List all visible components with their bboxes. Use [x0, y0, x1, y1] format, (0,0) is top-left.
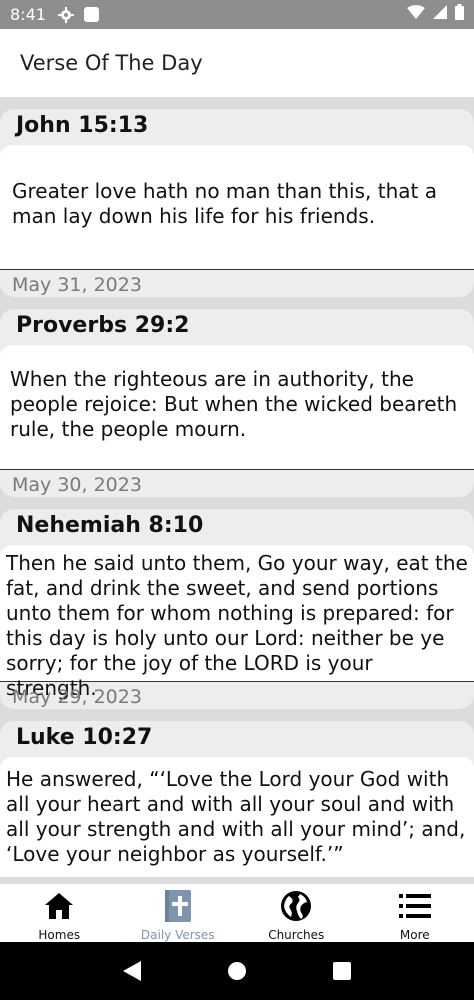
home-icon: [43, 890, 75, 922]
home-button-icon[interactable]: [217, 951, 257, 991]
nav-item-homes[interactable]: Homes: [0, 884, 119, 942]
verse-reference: Proverbs 29:2: [16, 313, 190, 338]
nav-label: Churches: [268, 928, 325, 942]
nav-item-churches[interactable]: Churches: [237, 884, 356, 942]
nav-label: Daily Verses: [140, 928, 215, 942]
app-bar: Verse Of The Day: [0, 29, 474, 97]
wifi-icon: [407, 5, 425, 24]
verse-date: May 29, 2023: [0, 681, 474, 709]
verse-feed[interactable]: John 15:13 Greater love hath no man than…: [0, 97, 474, 883]
menu-icon: [398, 890, 431, 922]
verse-reference: Nehemiah 8:10: [16, 513, 204, 538]
recents-icon[interactable]: [322, 951, 362, 991]
bible-icon: [162, 890, 194, 922]
verse-text: He answered, “‘Love the Lord your God wi…: [0, 757, 474, 877]
nav-item-daily-verses[interactable]: Daily Verses: [119, 884, 238, 942]
verse-card[interactable]: Proverbs 29:2 When the righteous are in …: [0, 309, 474, 497]
verse-date: May 30, 2023: [0, 469, 474, 497]
bottom-nav: Homes Daily Verses Churches More: [0, 883, 474, 942]
verse-text: Then he said unto them, Go your way, eat…: [0, 545, 474, 700]
verse-text: When the righteous are in authority, the…: [0, 345, 474, 469]
nav-item-more[interactable]: More: [356, 884, 474, 942]
verse-reference: John 15:13: [16, 113, 149, 138]
battery-icon: [455, 4, 464, 25]
page-title: Verse Of The Day: [20, 51, 203, 75]
verse-text: Greater love hath no man than this, that…: [0, 145, 474, 269]
system-nav-bar: [0, 942, 474, 1000]
nav-label: Homes: [38, 928, 81, 942]
status-bar: 8:41: [0, 0, 474, 29]
verse-reference: Luke 10:27: [16, 725, 153, 750]
back-icon[interactable]: [112, 951, 152, 991]
square-icon: [83, 7, 99, 22]
verse-card[interactable]: Nehemiah 8:10 Then he said unto them, Go…: [0, 509, 474, 709]
verse-card[interactable]: Luke 10:27 He answered, “‘Love the Lord …: [0, 721, 474, 877]
verse-date: May 31, 2023: [0, 269, 474, 297]
nav-label: More: [399, 928, 430, 942]
status-time: 8:41: [10, 5, 46, 24]
globe-icon: [280, 890, 312, 922]
gear-icon: [57, 6, 74, 23]
verse-card[interactable]: John 15:13 Greater love hath no man than…: [0, 109, 474, 297]
signal-icon: [433, 5, 447, 24]
status-right-icons: [407, 4, 464, 25]
